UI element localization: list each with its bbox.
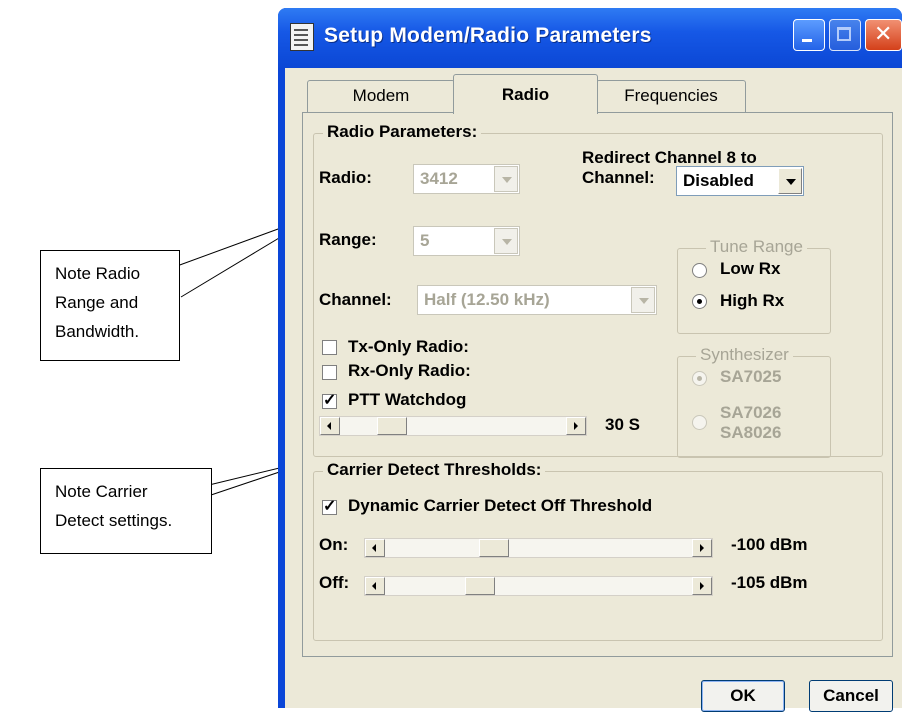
tab-modem[interactable]: Modem	[307, 80, 455, 112]
tx-only-checkbox[interactable]	[322, 340, 337, 355]
high-rx-radio[interactable]	[692, 294, 707, 309]
scroll-right-arrow-icon[interactable]	[692, 577, 712, 595]
maximize-button[interactable]	[829, 19, 861, 51]
on-threshold-value: -100 dBm	[731, 535, 808, 554]
minimize-button[interactable]	[793, 19, 825, 51]
scroll-right-arrow-icon[interactable]	[566, 417, 586, 435]
tab-label: Modem	[352, 86, 410, 105]
sa7026-label: SA7026	[720, 403, 782, 422]
radio-parameters-group: Radio Parameters: Radio: 3412 Range: 5 C…	[313, 122, 883, 458]
callout-text: Note Carrier	[55, 482, 148, 501]
scroll-right-arrow-icon[interactable]	[692, 539, 712, 557]
sa7025-radio[interactable]	[692, 371, 707, 386]
chevron-down-icon	[631, 287, 655, 313]
ptt-watchdog-value: 30 S	[605, 415, 640, 434]
scroll-left-arrow-icon[interactable]	[365, 577, 385, 595]
callout-radio-range: Note Radio Range and Bandwidth.	[40, 250, 180, 361]
dialog-window: Setup Modem/Radio Parameters Modem Frequ…	[278, 8, 902, 712]
window-title: Setup Modem/Radio Parameters	[324, 24, 652, 47]
radio-select-value: 3412	[420, 169, 458, 188]
off-threshold-value: -105 dBm	[731, 573, 808, 592]
scroll-left-arrow-icon[interactable]	[365, 539, 385, 557]
high-rx-label: High Rx	[720, 291, 785, 310]
group-title: Tune Range	[706, 237, 807, 257]
radio-select[interactable]: 3412	[413, 164, 520, 194]
checkmark-icon: ✓	[323, 392, 337, 409]
sa7025-label: SA7025	[720, 367, 782, 386]
redirect-channel-select[interactable]: Disabled	[676, 166, 804, 196]
tab-radio[interactable]: Radio	[453, 74, 598, 114]
scroll-left-arrow-icon[interactable]	[320, 417, 340, 435]
redirect-channel-value: Disabled	[683, 171, 754, 190]
redirect-label: Redirect Channel 8 to	[582, 148, 757, 167]
off-label: Off:	[319, 573, 350, 592]
radio-label: Radio:	[319, 168, 372, 187]
checkmark-icon: ✓	[323, 498, 337, 515]
group-title: Radio Parameters:	[323, 122, 482, 142]
channel-select[interactable]: Half (12.50 kHz)	[417, 285, 657, 315]
low-rx-radio[interactable]	[692, 263, 707, 278]
tab-frequencies[interactable]: Frequencies	[596, 80, 746, 112]
chevron-down-icon	[494, 228, 518, 254]
title-bar[interactable]: Setup Modem/Radio Parameters	[278, 8, 902, 68]
close-button[interactable]	[865, 19, 902, 51]
rx-only-label: Rx-Only Radio:	[348, 361, 471, 380]
tab-label: Frequencies	[624, 86, 718, 105]
cancel-button[interactable]: Cancel	[809, 680, 893, 712]
callout-text: Note Radio	[55, 264, 141, 283]
ok-button[interactable]: OK	[701, 680, 785, 712]
dialog-client: Modem Frequencies Radio Parameters: Radi…	[285, 68, 902, 712]
slider-thumb[interactable]	[377, 417, 408, 435]
sa8026-label: SA8026	[720, 423, 782, 442]
carrier-detect-group: Carrier Detect Thresholds: ✓ Dynamic Car…	[313, 460, 883, 641]
tab-panel-radio: Radio Parameters: Radio: 3412 Range: 5 C…	[302, 112, 893, 657]
callout-carrier-detect: Note Carrier Detect settings.	[40, 468, 212, 554]
dynamic-carrier-label: Dynamic Carrier Detect Off Threshold	[348, 496, 653, 515]
chevron-down-icon	[494, 166, 518, 192]
tune-range-group: Tune Range Low Rx High Rx	[677, 237, 831, 334]
synthesizer-group: Synthesizer SA7025 SA7026 SA8026	[677, 345, 831, 458]
callout-text: Bandwidth.	[55, 322, 140, 341]
ptt-watchdog-checkbox[interactable]: ✓	[322, 392, 337, 409]
chevron-down-icon	[778, 168, 802, 194]
group-title: Carrier Detect Thresholds:	[323, 460, 546, 480]
on-label: On:	[319, 535, 349, 554]
low-rx-label: Low Rx	[720, 259, 781, 278]
slider-thumb[interactable]	[465, 577, 496, 595]
tab-label: Radio	[501, 85, 550, 104]
range-label: Range:	[319, 230, 377, 249]
redirect-channel-label: Channel:	[582, 168, 655, 187]
notepad-icon	[290, 23, 314, 51]
range-select-value: 5	[420, 231, 430, 250]
group-title: Synthesizer	[696, 345, 793, 365]
ptt-watchdog-label: PTT Watchdog	[348, 390, 467, 409]
channel-select-value: Half (12.50 kHz)	[424, 290, 550, 309]
rx-only-checkbox[interactable]	[322, 365, 337, 380]
sa7026-radio[interactable]	[692, 415, 707, 430]
dynamic-carrier-checkbox[interactable]: ✓	[322, 498, 337, 515]
channel-label: Channel:	[319, 290, 392, 309]
on-threshold-slider[interactable]	[364, 538, 713, 558]
range-select[interactable]: 5	[413, 226, 520, 256]
slider-thumb[interactable]	[479, 539, 510, 557]
callout-text: Detect settings.	[55, 511, 173, 530]
off-threshold-slider[interactable]	[364, 576, 713, 596]
ptt-watchdog-slider[interactable]	[319, 416, 587, 436]
callout-text: Range and	[55, 293, 139, 312]
tx-only-label: Tx-Only Radio:	[348, 337, 469, 356]
